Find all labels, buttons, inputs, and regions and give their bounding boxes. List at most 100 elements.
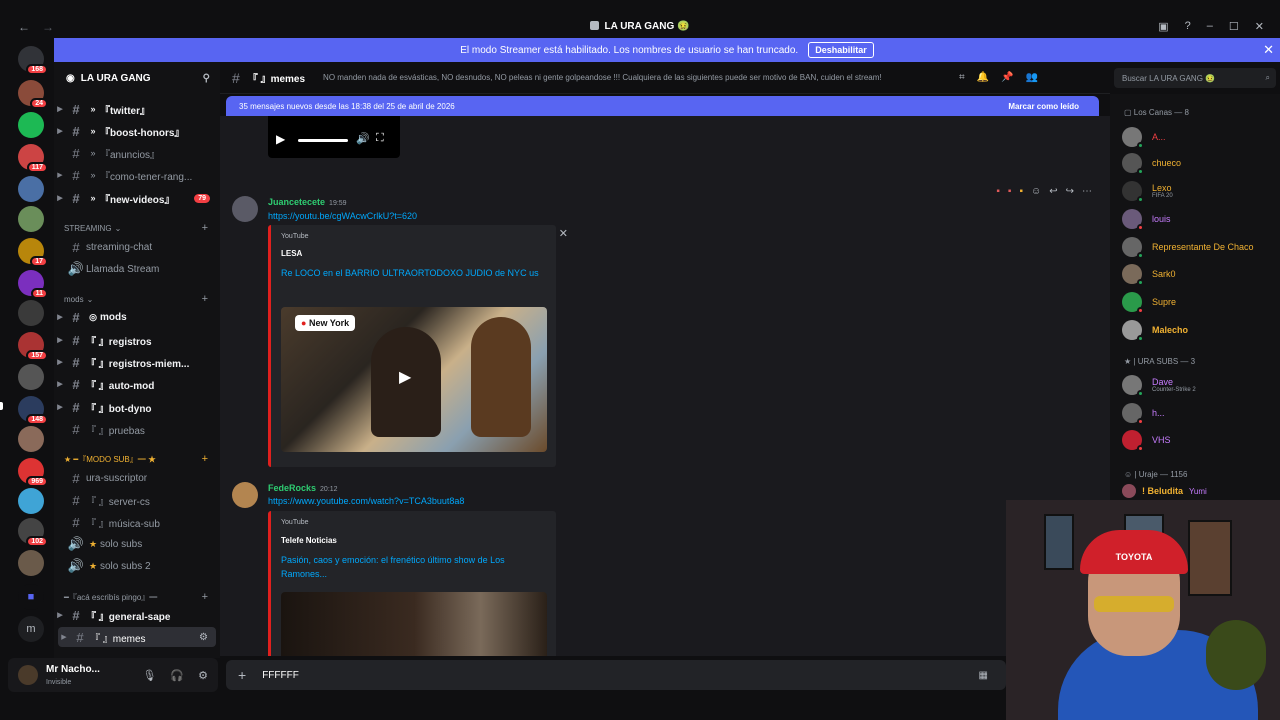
member[interactable]: Sark0 (1122, 261, 1280, 287)
microphone-icon[interactable]: 🎙 (142, 669, 156, 682)
volume-slider[interactable] (298, 139, 348, 142)
channel-settings-icon[interactable]: ⚙ (199, 632, 208, 643)
channel-new-videos[interactable]: ▶ # » 『new-videos』 79 (54, 188, 220, 208)
close-embed-icon[interactable]: ✕ (559, 227, 568, 240)
disable-streamer-button[interactable]: Deshabilitar (808, 42, 874, 58)
category-mods[interactable]: mods ⌄ + (54, 291, 220, 307)
channel-ura-suscriptor[interactable]: # ura-suscriptor (54, 468, 220, 488)
server-icon[interactable] (18, 364, 44, 390)
channel-general-sape[interactable]: ▶ # 『 』general-sape (54, 605, 220, 625)
embed-title[interactable]: Pasión, caos y emoción: el frenético últ… (281, 553, 541, 581)
category-streaming[interactable]: STREAMING ⌄ + (54, 220, 220, 236)
video-player[interactable]: ▶ 🔊 ⛶ (268, 116, 400, 158)
server-icon[interactable] (18, 206, 44, 232)
channel-llamada-stream[interactable]: 🔊 Llamada Stream (54, 259, 220, 279)
members-icon[interactable]: 👥 (1026, 72, 1038, 83)
member[interactable]: ! Beludita Yumi (1122, 484, 1207, 498)
play-icon[interactable]: ▶ (399, 367, 411, 387)
channel-twitter[interactable]: ▶ # » 『twitter』 (54, 99, 220, 119)
channel-registros[interactable]: ▶ # 『 』registros (54, 330, 220, 350)
channel-auto-mod[interactable]: ▶ # 『 』auto-mod (54, 374, 220, 394)
message-composer[interactable]: + FFFFFF ▦ (226, 660, 1006, 690)
server-icon[interactable]: 24 (18, 80, 48, 109)
member[interactable]: Dave Counter-Strike 2 (1122, 372, 1280, 398)
channel-bot-dyno[interactable]: ▶ # 『 』bot-dyno (54, 397, 220, 417)
member[interactable]: A... (1122, 124, 1280, 150)
channel-streaming-chat[interactable]: # streaming-chat (54, 237, 220, 257)
server-icon[interactable] (18, 112, 44, 138)
server-icon[interactable]: 969 (18, 458, 48, 487)
server-icon[interactable]: 11 (18, 270, 48, 299)
play-icon[interactable]: ▶ (276, 132, 285, 146)
search-box[interactable]: Buscar LA URA GANG 🤢 ⌕ (1114, 68, 1276, 88)
inbox-icon[interactable]: ▣ (1158, 20, 1168, 33)
minimize-icon[interactable]: – (1207, 20, 1213, 33)
channel-boost-honors[interactable]: ▶ # » 『boost-honors』 (54, 121, 220, 141)
mark-as-read-button[interactable]: Marcar como leído (1008, 102, 1079, 111)
threads-icon[interactable]: ⌗ (959, 72, 965, 83)
channel-pruebas[interactable]: # 『 』pruebas (54, 419, 220, 439)
server-icon[interactable] (18, 550, 44, 576)
server-icon[interactable] (18, 426, 44, 452)
channel-mods[interactable]: ▶ # ◎ mods (54, 307, 220, 327)
headphones-icon[interactable]: 🎧 (170, 669, 184, 682)
embed-author[interactable]: LESA (281, 249, 302, 258)
channel-registros-miembros[interactable]: ▶ # 『 』registros-miem... (54, 352, 220, 372)
video-thumbnail[interactable]: ● New York ▶ (281, 307, 547, 452)
server-icon[interactable] (18, 176, 44, 202)
message-link[interactable]: https://youtu.be/cgWAcwCrlkU?t=620 (268, 211, 417, 221)
composer-input[interactable]: FFFFFF (262, 670, 299, 681)
server-icon[interactable]: 102 (18, 518, 48, 547)
embed-title[interactable]: Re LOCO en el BARRIO ULTRAORTODOXO JUDIO… (281, 266, 541, 280)
add-channel-icon[interactable]: + (202, 591, 208, 603)
video-thumbnail[interactable] (281, 592, 547, 656)
bell-icon[interactable]: 🔔 (977, 72, 989, 83)
close-banner-icon[interactable]: ✕ (1263, 42, 1274, 58)
avatar[interactable] (232, 196, 258, 222)
help-icon[interactable]: ? (1185, 20, 1191, 33)
close-window-icon[interactable]: ✕ (1255, 20, 1264, 33)
add-member-icon[interactable]: ⚲ (203, 73, 210, 84)
user-info[interactable]: Mr Nacho... Invisible (46, 664, 100, 687)
volume-icon[interactable]: 🔊 (356, 132, 370, 145)
channel-como-tener-rango[interactable]: ▶ # » 『como-tener-rang... (54, 165, 220, 185)
add-channel-icon[interactable]: + (202, 293, 208, 305)
server-icon[interactable]: m (18, 616, 44, 642)
folder-icon[interactable]: ■ (18, 584, 44, 610)
member[interactable]: h... (1122, 400, 1280, 426)
avatar[interactable] (18, 665, 38, 685)
member[interactable]: Supre (1122, 289, 1280, 315)
embed-author[interactable]: Telefe Noticias (281, 536, 337, 545)
add-channel-icon[interactable]: + (202, 453, 208, 465)
server-icon[interactable]: 117 (18, 144, 48, 173)
new-messages-bar[interactable]: 35 mensajes nuevos desde las 18:38 del 2… (226, 96, 1099, 116)
gear-icon[interactable]: ⚙ (198, 669, 208, 682)
avatar[interactable] (232, 482, 258, 508)
channel-memes[interactable]: ▶ # 『 』memes ⚙ (58, 627, 216, 647)
maximize-icon[interactable]: ☐ (1229, 20, 1239, 33)
server-icon[interactable]: 148 (18, 396, 48, 425)
member[interactable]: Representante De Chaco (1122, 234, 1280, 260)
attach-plus-icon[interactable]: + (238, 667, 246, 683)
member[interactable]: chueco (1122, 150, 1280, 176)
channel-musica-sub[interactable]: # 『 』música-sub (54, 512, 220, 532)
discord-home-icon[interactable]: 168 (18, 46, 48, 75)
server-icon[interactable] (18, 300, 44, 326)
member[interactable]: VHS (1122, 427, 1280, 453)
pin-icon[interactable]: 📌 (1001, 72, 1013, 83)
message-author[interactable]: Juancetecete 19:59 (268, 197, 347, 207)
server-header[interactable]: ◉ LA URA GANG ⚲ (54, 62, 220, 94)
channel-solo-subs-2[interactable]: 🔊 ★ solo subs 2 (54, 556, 220, 576)
server-icon[interactable]: 157 (18, 332, 48, 361)
member[interactable]: louis (1122, 206, 1280, 232)
message-link[interactable]: https://www.youtube.com/watch?v=TCA3buut… (268, 496, 464, 506)
channel-server-cs[interactable]: # 『 』server-cs (54, 490, 220, 510)
channel-topic[interactable]: NO manden nada de esvásticas, NO desnudo… (323, 73, 943, 82)
category-aca-escribis[interactable]: ━『acá escribís pingo』━ + (54, 589, 220, 605)
server-icon[interactable]: 17 (18, 238, 48, 267)
member[interactable]: Lexo FIFA 20 (1122, 178, 1280, 204)
member[interactable]: Malecho (1122, 317, 1280, 343)
fullscreen-icon[interactable]: ⛶ (376, 132, 384, 145)
add-channel-icon[interactable]: + (202, 222, 208, 234)
category-modo-sub[interactable]: ★ ━『MODO SUB』━ ★ + (54, 451, 220, 467)
